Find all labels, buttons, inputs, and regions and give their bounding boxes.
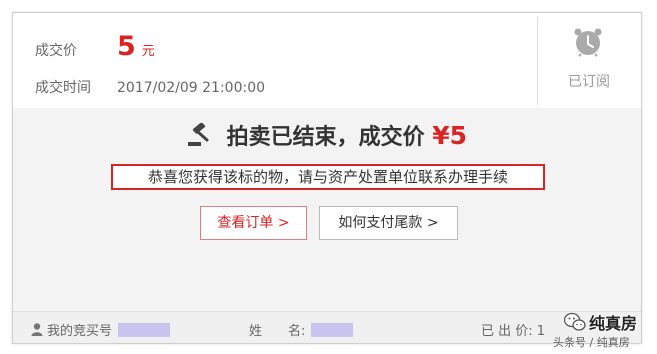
how-to-pay-balance-button[interactable]: 如何支付尾款 >: [319, 206, 458, 240]
subscribed-button[interactable]: 已订阅: [561, 71, 617, 91]
bid-number-label: 我的竞买号: [47, 324, 113, 339]
deal-price-value: 5: [117, 31, 136, 62]
surname-label: 姓 名:: [249, 324, 306, 339]
auction-ended-text: 拍卖已结束，成交价: [226, 125, 425, 150]
final-price: ¥5: [432, 121, 468, 150]
alarm-clock-icon: [574, 28, 602, 57]
congratulations-notice: 恭喜您获得该标的物，请与资产处置单位联系办理手续: [111, 164, 545, 190]
deal-price-unit: 元: [141, 44, 155, 59]
divider: [537, 17, 538, 105]
bid-number-field: 我的竞买号: [31, 320, 171, 339]
watermark: 纯真房 头条号 / 纯真房: [545, 300, 657, 354]
user-icon: [31, 323, 43, 336]
deal-price-label: 成交价: [35, 43, 77, 59]
watermark-title: 纯真房: [589, 314, 638, 333]
watermark-subtitle: 头条号 / 纯真房: [553, 336, 630, 349]
deal-time-label: 成交时间: [35, 80, 91, 96]
bid-count-label: 已 出 价: 1: [481, 324, 546, 339]
surname-redacted: [311, 322, 354, 337]
bid-number-redacted: [118, 322, 171, 337]
deal-time-value: 2017/02/09 21:00:00: [117, 80, 266, 96]
deal-time-row: 成交时间 2017/02/09 21:00:00: [35, 77, 265, 97]
gavel-icon: [187, 123, 209, 146]
surname-field: 姓 名:: [249, 320, 354, 339]
deal-info-section: 成交价 5 元 成交时间 2017/02/09 21:00:00 已订阅: [13, 13, 641, 108]
auction-result-panel: 成交价 5 元 成交时间 2017/02/09 21:00:00 已订阅 拍卖已…: [12, 12, 642, 344]
auction-ended-heading: 拍卖已结束，成交价 ¥5: [13, 119, 641, 151]
wechat-logo-icon: [564, 312, 586, 331]
deal-price-row: 成交价 5 元: [35, 31, 155, 62]
view-order-button[interactable]: 查看订单 >: [200, 206, 307, 240]
bid-count-field: 已 出 价: 1: [481, 320, 545, 339]
